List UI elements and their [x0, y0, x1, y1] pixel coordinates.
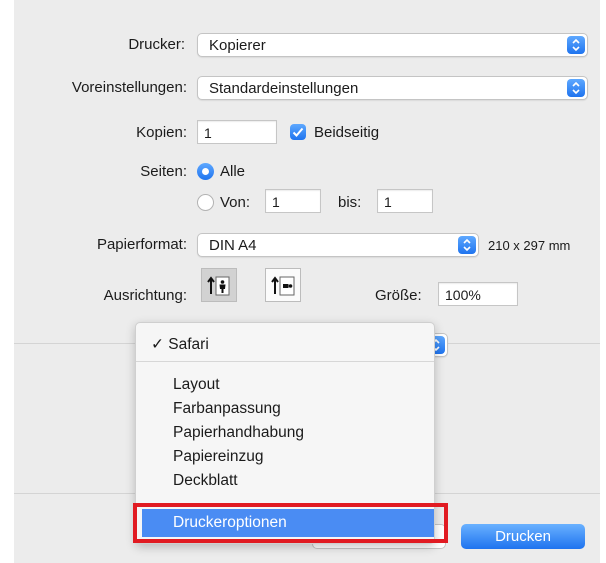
- pages-to-field[interactable]: 1: [377, 189, 433, 213]
- printer-label: Drucker:: [128, 36, 185, 53]
- scale-value: 100%: [445, 287, 481, 303]
- print-button[interactable]: Drucken: [461, 524, 585, 549]
- pages-label: Seiten:: [140, 163, 187, 180]
- menu-divider: [136, 361, 434, 362]
- printer-value: Kopierer: [209, 37, 266, 54]
- popup-arrows-icon: [567, 79, 585, 97]
- pages-from-value: 1: [272, 194, 280, 210]
- pages-from-field[interactable]: 1: [265, 189, 321, 213]
- pages-from-label[interactable]: Von:: [220, 194, 250, 211]
- popup-arrows-icon: [458, 236, 476, 254]
- pages-all-label[interactable]: Alle: [220, 163, 245, 180]
- orientation-label: Ausrichtung:: [103, 287, 187, 304]
- portrait-icon: [207, 276, 230, 296]
- presets-label: Voreinstellungen:: [71, 79, 187, 96]
- copies-label: Kopien:: [136, 124, 187, 141]
- menu-item-layout[interactable]: Layout: [173, 376, 220, 394]
- pages-to-value: 1: [384, 194, 392, 210]
- landscape-icon: [271, 276, 295, 296]
- pages-range-radio[interactable]: [197, 194, 214, 211]
- checkmark-icon: ✓: [151, 336, 169, 353]
- portrait-orientation-button[interactable]: [201, 268, 237, 302]
- presets-value: Standardeinstellungen: [209, 80, 359, 97]
- menu-item-safari[interactable]: ✓ Safari: [151, 335, 209, 354]
- scale-label: Größe:: [375, 287, 422, 304]
- printer-popup[interactable]: Kopierer: [197, 33, 588, 57]
- highlight-annotation-box: [133, 503, 448, 543]
- copies-value: 1: [204, 125, 212, 141]
- paper-value: DIN A4: [209, 237, 257, 254]
- menu-item-paper-handling[interactable]: Papierhandhabung: [173, 424, 304, 442]
- checkmark-icon: [292, 127, 304, 137]
- presets-popup[interactable]: Standardeinstellungen: [197, 76, 588, 100]
- popup-arrows-icon: [567, 36, 585, 54]
- duplex-label[interactable]: Beidseitig: [314, 124, 379, 141]
- menu-item-color-matching[interactable]: Farbanpassung: [173, 400, 281, 418]
- paper-label: Papierformat:: [96, 236, 187, 253]
- copies-field[interactable]: 1: [197, 120, 277, 144]
- scale-field[interactable]: 100%: [438, 282, 518, 306]
- pages-to-label: bis:: [338, 194, 362, 211]
- menu-item-paper-feed[interactable]: Papiereinzug: [173, 448, 263, 466]
- landscape-orientation-button[interactable]: [265, 268, 301, 302]
- pages-all-radio[interactable]: [197, 163, 214, 180]
- menu-item-cover-page[interactable]: Deckblatt: [173, 472, 238, 490]
- paper-popup[interactable]: DIN A4: [197, 233, 479, 257]
- duplex-checkbox[interactable]: [290, 124, 306, 140]
- paper-size-text: 210 x 297 mm: [488, 238, 571, 253]
